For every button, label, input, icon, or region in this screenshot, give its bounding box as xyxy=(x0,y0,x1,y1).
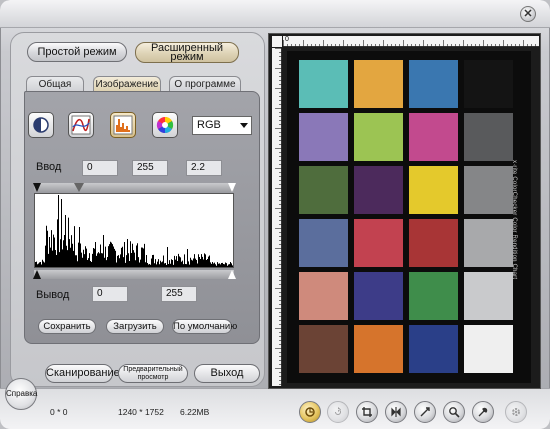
color-balance-button[interactable] xyxy=(152,112,178,138)
chevron-down-icon xyxy=(240,123,248,128)
histogram-icon xyxy=(113,115,133,135)
input-black-handle[interactable] xyxy=(33,183,41,192)
color-patch xyxy=(354,325,403,373)
preview-line1: Предварительный xyxy=(123,366,183,373)
preview-button[interactable]: Предварительный просмотр xyxy=(118,364,188,383)
flip-tool[interactable] xyxy=(385,401,407,423)
color-patch xyxy=(464,272,513,320)
cursor-coordinates: 0 * 0 xyxy=(50,407,68,417)
color-patch xyxy=(409,325,458,373)
color-patch xyxy=(299,60,348,108)
crop-tool[interactable] xyxy=(356,401,378,423)
input-black-field[interactable]: 0 xyxy=(82,160,118,176)
advanced-mode-line2: режим xyxy=(170,51,204,63)
channel-select[interactable]: RGB xyxy=(192,116,252,135)
output-level-slider[interactable] xyxy=(34,270,234,279)
mirror-tool[interactable] xyxy=(414,401,436,423)
chart-side-label: x·rite ColorChecker Color Rendition Char… xyxy=(511,160,517,280)
horizontal-ruler: 0 xyxy=(283,36,539,47)
input-white-field[interactable]: 255 xyxy=(132,160,168,176)
curves-button[interactable] xyxy=(68,112,94,138)
tab-general[interactable]: Общая xyxy=(26,76,84,92)
color-patch xyxy=(299,325,348,373)
brightness-contrast-icon xyxy=(33,117,49,133)
color-patch xyxy=(464,113,513,161)
help-button[interactable]: Справка xyxy=(5,378,37,410)
close-button[interactable]: ✕ xyxy=(520,6,536,22)
preview-line2: просмотр xyxy=(137,374,169,381)
scan-settings-icon xyxy=(305,407,315,417)
adjust-icon xyxy=(478,407,488,417)
tab-about[interactable]: О программе xyxy=(169,76,241,92)
vertical-ruler-ticks xyxy=(275,48,282,385)
crop-icon xyxy=(362,407,372,417)
flip-icon xyxy=(391,407,401,417)
color-patch xyxy=(409,166,458,214)
curves-icon xyxy=(71,115,91,135)
zoom-icon xyxy=(449,407,460,418)
color-patch xyxy=(354,113,403,161)
color-patch xyxy=(464,219,513,267)
color-patch xyxy=(354,219,403,267)
scan-settings-tool[interactable] xyxy=(299,401,321,423)
brightness-contrast-button[interactable] xyxy=(28,112,54,138)
input-level-slider[interactable] xyxy=(34,183,234,192)
color-patch xyxy=(464,166,513,214)
mirror-icon xyxy=(420,407,430,417)
color-patch xyxy=(299,166,348,214)
histogram-button[interactable] xyxy=(110,112,136,138)
scan-button[interactable]: Сканирование xyxy=(45,364,120,383)
color-patch xyxy=(299,219,348,267)
load-button[interactable]: Загрузить xyxy=(106,319,164,334)
color-patch xyxy=(299,113,348,161)
title-bar xyxy=(0,0,550,28)
default-button[interactable]: По умолчанию xyxy=(172,319,237,334)
input-gamma-handle[interactable] xyxy=(74,183,84,192)
color-patch xyxy=(354,272,403,320)
settings-tool[interactable] xyxy=(505,401,527,423)
input-white-handle[interactable] xyxy=(228,183,236,192)
settings-icon xyxy=(512,408,520,416)
output-black-handle[interactable] xyxy=(33,270,41,279)
ruler-zero-label: 0 xyxy=(285,36,289,43)
histogram-graph xyxy=(35,195,233,267)
channel-select-value: RGB xyxy=(197,119,221,131)
color-patch xyxy=(464,60,513,108)
color-patch xyxy=(409,272,458,320)
simple-mode-button[interactable]: Простой режим xyxy=(27,42,127,62)
rotate-icon xyxy=(335,407,341,415)
input-label: Ввод xyxy=(36,161,62,173)
color-patch xyxy=(409,60,458,108)
ruler-corner xyxy=(272,36,282,47)
exit-button[interactable]: Выход xyxy=(194,364,260,383)
adjust-tool[interactable] xyxy=(472,401,494,423)
color-patch xyxy=(464,325,513,373)
color-patch xyxy=(409,219,458,267)
output-white-field[interactable]: 255 xyxy=(161,286,197,302)
save-button[interactable]: Сохранить xyxy=(38,319,96,334)
color-wheel-icon xyxy=(156,116,174,134)
color-patch xyxy=(299,272,348,320)
advanced-mode-button[interactable]: Расширенный режим xyxy=(135,42,239,63)
histogram-display xyxy=(34,193,234,268)
color-patch xyxy=(354,166,403,214)
color-patch xyxy=(409,113,458,161)
horizontal-ruler-ticks xyxy=(283,40,536,47)
zoom-tool[interactable] xyxy=(443,401,465,423)
vertical-ruler xyxy=(272,48,282,386)
color-patch xyxy=(354,60,403,108)
image-filesize: 6.22MB xyxy=(180,407,210,417)
output-label: Вывод xyxy=(36,289,70,301)
status-bar xyxy=(0,388,550,429)
tab-image[interactable]: Изображение xyxy=(93,76,161,92)
output-white-handle[interactable] xyxy=(228,270,236,279)
rotate-tool[interactable] xyxy=(327,401,349,423)
input-gamma-field[interactable]: 2.2 xyxy=(186,160,222,176)
image-dimensions: 1240 * 1752 xyxy=(118,407,164,417)
output-black-field[interactable]: 0 xyxy=(92,286,128,302)
